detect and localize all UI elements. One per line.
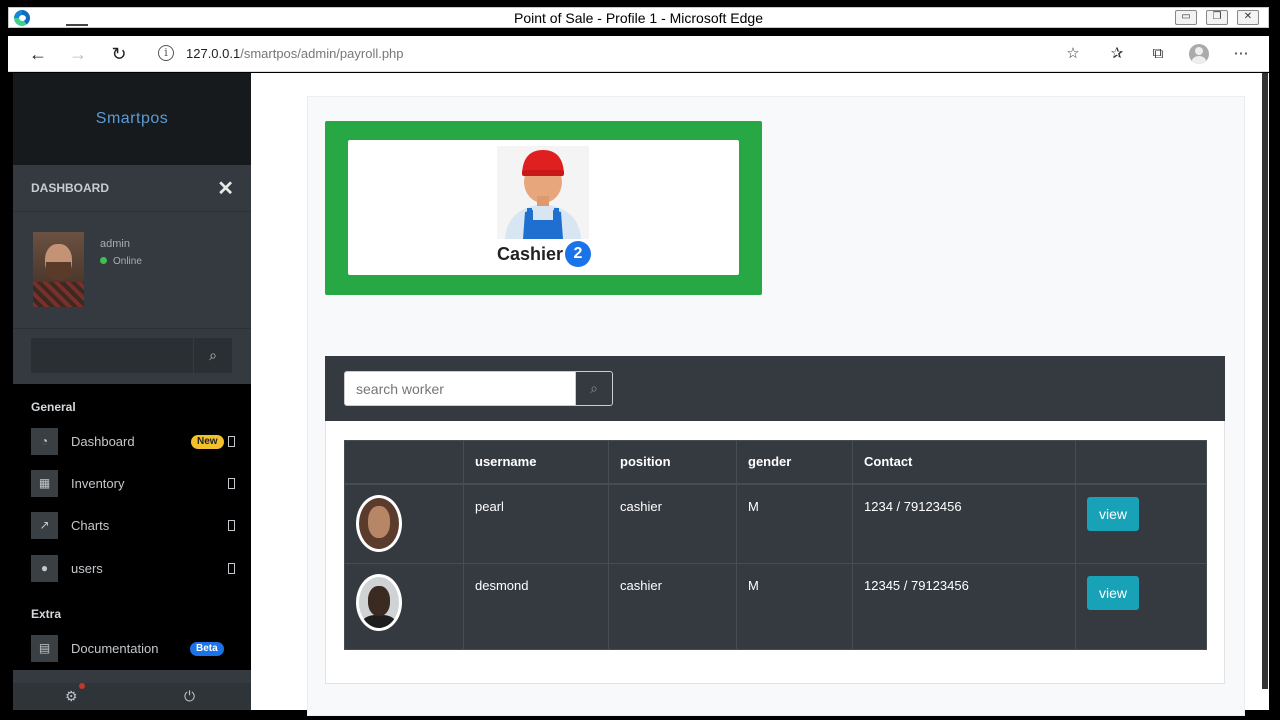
column-header: username xyxy=(463,440,609,485)
expand-caret-icon xyxy=(228,520,235,531)
notification-dot-icon xyxy=(79,683,85,689)
cashier-worker-icon xyxy=(497,146,589,239)
column-header xyxy=(1075,440,1207,485)
search-icon[interactable]: ⌕ xyxy=(575,371,613,406)
beta-badge: Beta xyxy=(190,642,224,656)
search-icon[interactable]: ⌕ xyxy=(194,338,232,373)
collections-icon[interactable]: ⧉ xyxy=(1148,44,1168,64)
inventory-icon: ▦ xyxy=(31,470,58,497)
column-header: Contact xyxy=(852,440,1076,485)
forward-icon[interactable]: → xyxy=(66,42,90,66)
sidebar-item-documentation[interactable]: ▤ Documentation Beta xyxy=(13,634,251,664)
cashier-label: Cashier xyxy=(497,244,564,264)
sidebar-item-label: users xyxy=(71,561,103,576)
sidebar-item-users[interactable]: ● users xyxy=(13,554,251,584)
sidebar-item-label: Dashboard xyxy=(71,434,135,449)
gear-icon[interactable]: ⚙ xyxy=(65,688,78,705)
worker-photo xyxy=(356,494,402,552)
sidebar-item-label: Charts xyxy=(71,518,110,533)
book-icon: ▤ xyxy=(31,635,58,662)
column-header: gender xyxy=(736,440,853,485)
url-host: 127.0.0.1 xyxy=(186,46,241,61)
workers-table: username position gender Contact pearl c… xyxy=(344,440,1207,650)
sidebar-menu: General ◔ Dashboard New ▦ Inventory ↗ Ch… xyxy=(13,384,251,670)
close-sidebar-icon[interactable]: ✕ xyxy=(217,176,234,201)
chart-icon: ↗ xyxy=(31,512,58,539)
section-title-extra: Extra xyxy=(31,607,62,621)
gender-cell: M xyxy=(736,483,853,564)
sidebar: Smartpos DASHBOARD ✕ admin Online ⌕ Gene… xyxy=(13,73,251,710)
sidebar-item-label: Inventory xyxy=(71,476,125,491)
dashboard-header: DASHBOARD ✕ xyxy=(13,165,251,212)
online-dot-icon xyxy=(100,257,107,264)
column-header: position xyxy=(608,440,737,485)
position-cell: cashier xyxy=(608,563,737,650)
action-cell: view xyxy=(1075,483,1207,564)
table-row: pearl cashier M 1234 / 79123456 view xyxy=(344,483,1207,564)
url-path: /smartpos/admin/payroll.php xyxy=(240,46,404,61)
contact-cell: 1234 / 79123456 xyxy=(852,483,1076,564)
scrollbar-thumb[interactable] xyxy=(1262,73,1268,689)
table-row: desmond cashier M 12345 / 79123456 view xyxy=(344,563,1207,650)
view-button[interactable]: view xyxy=(1087,496,1139,531)
sidebar-item-inventory[interactable]: ▦ Inventory xyxy=(13,469,251,499)
dashboard-label: DASHBOARD xyxy=(31,181,109,195)
expand-caret-icon xyxy=(228,563,235,574)
section-title-general: General xyxy=(31,400,76,414)
user-avatar xyxy=(33,232,84,307)
action-cell: view xyxy=(1075,563,1207,650)
contact-cell: 12345 / 79123456 xyxy=(852,563,1076,650)
browser-toolbar: ← → ↻ i 127.0.0.1/smartpos/admin/payroll… xyxy=(8,36,1269,72)
user-status-text: Online xyxy=(113,256,142,267)
user-icon: ● xyxy=(31,555,58,582)
user-name: admin xyxy=(100,238,130,250)
photo-cell xyxy=(344,563,464,650)
dashboard-gauge-icon: ◔ xyxy=(31,428,58,455)
screen: Point of Sale - Profile 1 - Microsoft Ed… xyxy=(0,0,1280,720)
add-favorite-icon[interactable]: ☆ xyxy=(1063,44,1083,64)
address-bar[interactable]: 127.0.0.1/smartpos/admin/payroll.php xyxy=(186,46,404,61)
user-panel: admin Online xyxy=(13,212,251,329)
refresh-icon[interactable]: ↻ xyxy=(107,42,131,66)
gender-cell: M xyxy=(736,563,853,650)
sidebar-search-input[interactable] xyxy=(31,338,193,373)
view-button[interactable]: view xyxy=(1087,576,1139,610)
sidebar-footer: ⚙ ⏻ xyxy=(13,683,251,710)
photo-cell xyxy=(344,483,464,564)
worker-photo xyxy=(356,574,402,631)
profile-avatar-icon[interactable] xyxy=(1189,44,1209,64)
back-icon[interactable]: ← xyxy=(26,42,50,66)
sidebar-item-dashboard[interactable]: ◔ Dashboard New xyxy=(13,427,251,457)
brand-header: Smartpos xyxy=(13,73,251,165)
username-cell: desmond xyxy=(463,563,609,650)
sidebar-item-label: Documentation xyxy=(71,641,159,656)
username-cell: pearl xyxy=(463,483,609,564)
minimize-button[interactable]: ▭ xyxy=(1175,10,1197,25)
table-header-row: username position gender Contact xyxy=(344,440,1207,485)
expand-caret-icon xyxy=(228,478,235,489)
search-worker-input[interactable] xyxy=(344,371,576,406)
user-status: Online xyxy=(100,256,142,267)
favorites-icon[interactable]: ✰ xyxy=(1107,44,1127,64)
sidebar-item-charts[interactable]: ↗ Charts xyxy=(13,511,251,541)
cashier-count-badge: 2 xyxy=(565,241,591,267)
site-info-icon[interactable]: i xyxy=(158,45,174,61)
close-window-button[interactable]: ✕ xyxy=(1237,10,1259,25)
window-title: Point of Sale - Profile 1 - Microsoft Ed… xyxy=(514,10,763,26)
brand-name[interactable]: Smartpos xyxy=(96,110,168,128)
window-title-bar: Point of Sale - Profile 1 - Microsoft Ed… xyxy=(8,7,1269,28)
power-icon[interactable]: ⏻ xyxy=(184,688,195,705)
position-cell: cashier xyxy=(608,483,737,564)
column-header xyxy=(344,440,464,485)
restore-button[interactable]: ❐ xyxy=(1206,10,1228,25)
more-options-icon[interactable]: ⋯ xyxy=(1231,44,1251,64)
expand-caret-icon xyxy=(228,436,235,447)
sidebar-search: ⌕ xyxy=(13,329,251,384)
new-badge: New xyxy=(191,435,224,449)
